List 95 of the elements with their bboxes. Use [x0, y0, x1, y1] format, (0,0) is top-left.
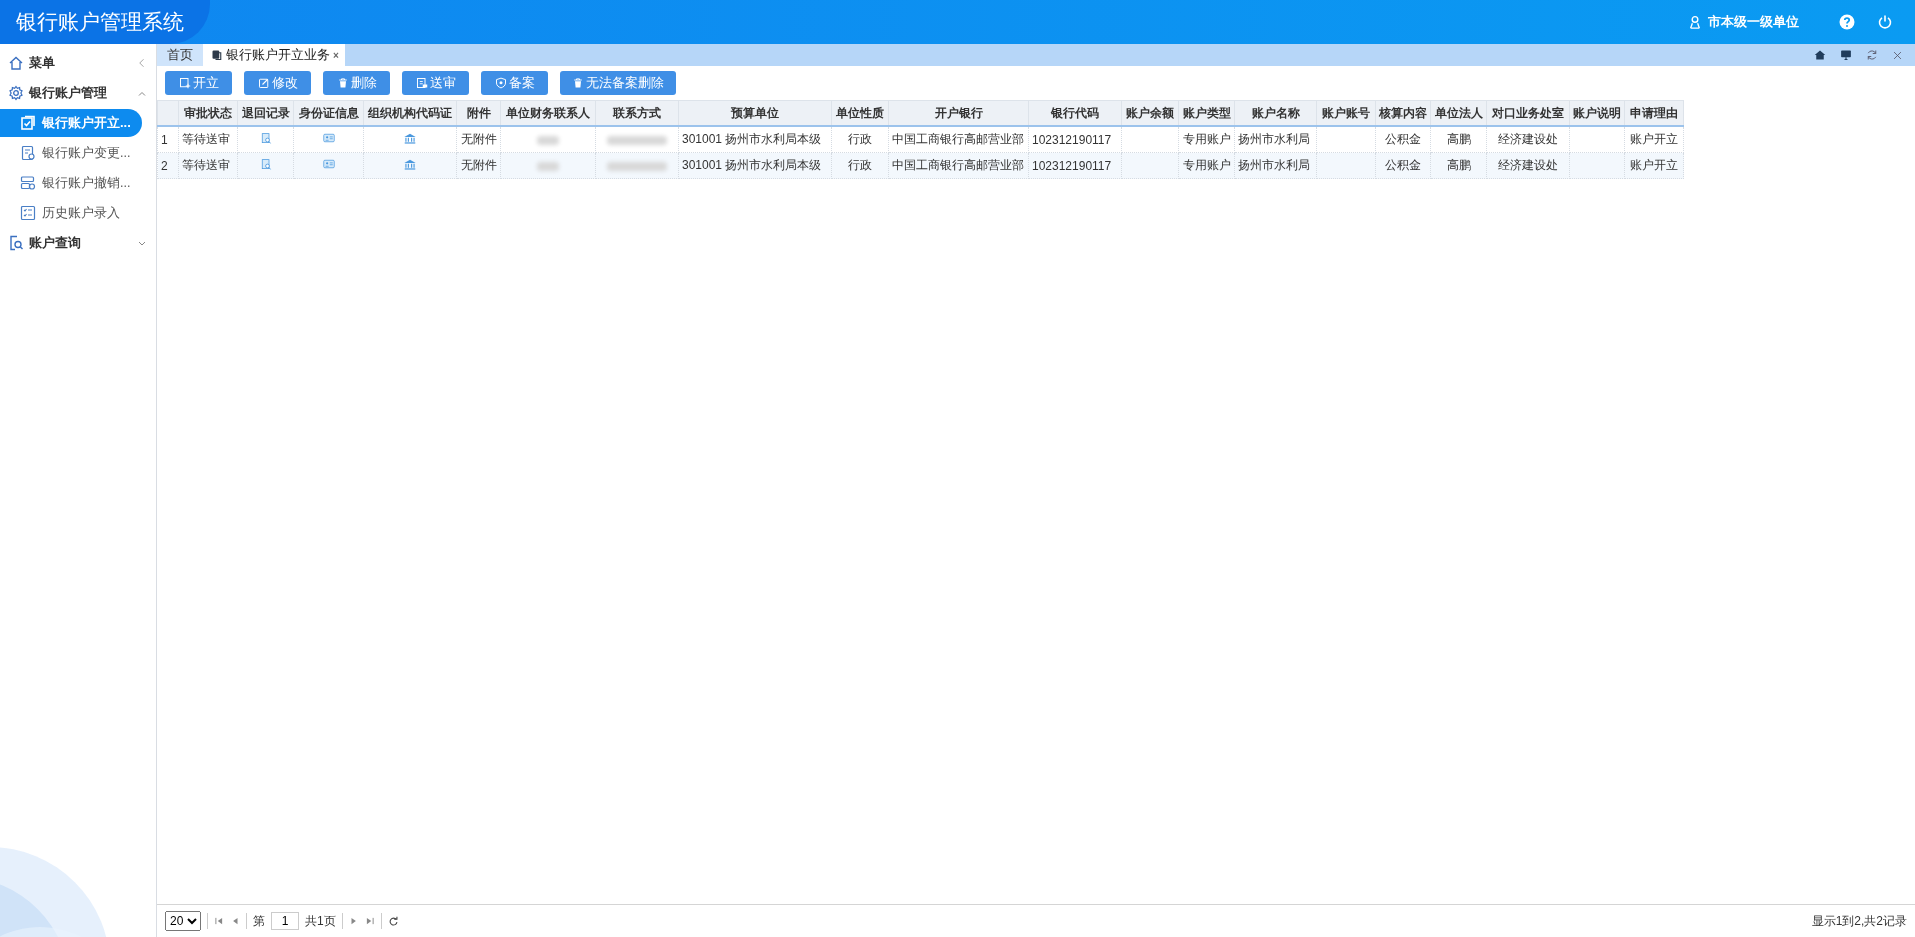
first-page-icon[interactable]: [214, 916, 224, 926]
menu-item-icon: [20, 145, 36, 161]
column-header[interactable]: 对口业务处室: [1486, 100, 1570, 126]
page-size-select[interactable]: 20: [165, 911, 201, 931]
column-header[interactable]: 账户名称: [1234, 100, 1317, 126]
table-cell: 等待送审: [178, 152, 238, 179]
document-icon: [415, 77, 428, 89]
column-header[interactable]: 银行代码: [1028, 100, 1122, 126]
table-cell: 扬州市水利局: [1234, 152, 1317, 179]
app-title: 银行账户管理系统: [0, 0, 210, 44]
record-search-icon[interactable]: [259, 131, 272, 145]
tab-page-icon: [211, 49, 223, 61]
menu-item-icon: [20, 205, 36, 221]
tab[interactable]: 银行账户开立业务 ×: [203, 44, 345, 66]
id-card-icon[interactable]: [320, 132, 337, 144]
tab-close-button[interactable]: ×: [333, 49, 339, 61]
table-cell: 公积金: [1375, 126, 1431, 153]
table-cell: 行政: [831, 126, 889, 153]
home-icon[interactable]: [1814, 49, 1826, 61]
refresh-icon[interactable]: [387, 915, 399, 927]
page-number-field[interactable]: 1: [271, 912, 299, 930]
id-card-icon[interactable]: [320, 158, 337, 170]
column-header[interactable]: 预算单位: [678, 100, 832, 126]
blurred-text: [537, 135, 559, 145]
menu-item-icon: [20, 175, 36, 191]
column-header[interactable]: 申请理由: [1624, 100, 1684, 126]
table-cell: 账户开立: [1624, 152, 1684, 179]
home-icon[interactable]: [8, 55, 24, 71]
menu-group[interactable]: 账户查询: [0, 228, 156, 258]
table-cell: 无附件: [456, 126, 501, 153]
row-number: 1: [157, 126, 179, 153]
blurred-text: [607, 161, 667, 171]
column-header[interactable]: 附件: [456, 100, 501, 126]
gear-icon: [8, 85, 24, 101]
column-header[interactable]: 退回记录: [237, 100, 294, 126]
table-cell: 中国工商银行高邮营业部: [888, 152, 1029, 179]
column-header[interactable]: 身份证信息: [293, 100, 364, 126]
menu-title: 菜单: [29, 54, 55, 72]
table-cell: 扬州市水利局: [1234, 126, 1317, 153]
refresh-icon[interactable]: [1866, 49, 1878, 61]
table-cell: 301001 扬州市水利局本级: [678, 126, 832, 153]
page-count: 共1页: [305, 912, 336, 930]
power-icon[interactable]: [1877, 14, 1893, 30]
column-header[interactable]: 开户银行: [888, 100, 1029, 126]
table-cell: 公积金: [1375, 152, 1431, 179]
edit-icon: [257, 77, 270, 89]
column-header[interactable]: 组织机构代码证: [363, 100, 457, 126]
trash-icon: [336, 77, 349, 89]
blurred-text: [607, 135, 667, 145]
column-header[interactable]: 联系方式: [595, 100, 679, 126]
table-cell: 账户开立: [1624, 126, 1684, 153]
menu-item[interactable]: 银行账户开立...: [0, 109, 142, 137]
column-header[interactable]: 单位财务联系人: [500, 100, 596, 126]
menu-item[interactable]: 历史账户录入: [0, 199, 144, 227]
column-header[interactable]: 账户说明: [1569, 100, 1625, 126]
table-cell: 等待送审: [178, 126, 238, 153]
menu-group[interactable]: 银行账户管理: [0, 78, 156, 108]
menu-item[interactable]: 银行账户撤销...: [0, 169, 144, 197]
search-document-icon: [8, 235, 24, 251]
record-summary: 显示1到2,共2记录: [1811, 912, 1907, 930]
column-header[interactable]: 账户类型: [1178, 100, 1235, 126]
monitor-icon[interactable]: [1840, 49, 1852, 61]
table-cell: 102312190117: [1028, 152, 1122, 179]
column-header[interactable]: 账户余额: [1121, 100, 1179, 126]
record-search-icon[interactable]: [259, 157, 272, 171]
row-number: 2: [157, 152, 179, 179]
table-cell: 中国工商银行高邮营业部: [888, 126, 1029, 153]
menu-item-icon: [20, 115, 36, 131]
column-header[interactable]: 单位性质: [831, 100, 889, 126]
table-cell: 经济建设处: [1486, 126, 1570, 153]
add-document-icon: [178, 77, 191, 89]
bank-icon[interactable]: [403, 157, 417, 171]
table-cell: 301001 扬州市水利局本级: [678, 152, 832, 179]
page-label: 第: [253, 912, 265, 930]
menu-item[interactable]: 银行账户变更...: [0, 139, 144, 167]
column-header[interactable]: 审批状态: [178, 100, 238, 126]
tab[interactable]: 首页: [157, 44, 203, 66]
close-icon[interactable]: [1892, 49, 1903, 61]
table-cell: 行政: [831, 152, 889, 179]
last-page-icon[interactable]: [364, 916, 375, 926]
blurred-text: [537, 161, 559, 171]
shield-icon: [494, 77, 507, 89]
bank-icon[interactable]: [403, 131, 417, 145]
table-cell: 经济建设处: [1486, 152, 1570, 179]
tab-label: 银行账户开立业务: [226, 46, 330, 64]
table-cell: 高鹏: [1430, 126, 1487, 153]
table-cell: 102312190117: [1028, 126, 1122, 153]
user-icon[interactable]: [1688, 15, 1702, 29]
column-header[interactable]: 核算内容: [1375, 100, 1431, 126]
trash-icon: [572, 77, 584, 89]
help-icon[interactable]: [1839, 14, 1855, 30]
table-cell: 专用账户: [1178, 126, 1235, 153]
column-header[interactable]: 账户账号: [1316, 100, 1376, 126]
tab-label: 首页: [167, 46, 193, 64]
column-header[interactable]: 单位法人: [1430, 100, 1487, 126]
